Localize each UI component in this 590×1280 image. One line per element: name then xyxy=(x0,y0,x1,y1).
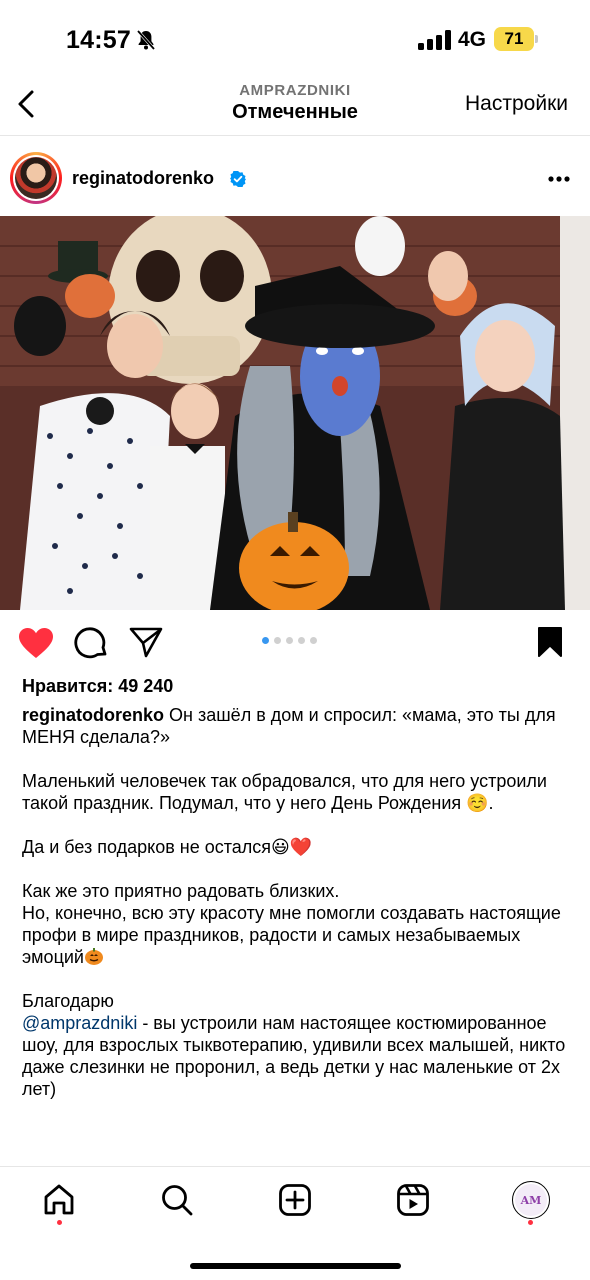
comment-icon[interactable] xyxy=(74,626,108,660)
status-bar: 14:57 4G 71 xyxy=(0,0,590,80)
home-notification-dot xyxy=(57,1220,62,1225)
bell-slash-icon xyxy=(136,30,156,50)
caption-paragraph: reginatodorenko Он зашёл в дом и спросил… xyxy=(22,704,572,748)
post-caption: reginatodorenko Он зашёл в дом и спросил… xyxy=(22,704,572,1122)
carousel-dot xyxy=(286,637,293,644)
tab-search[interactable] xyxy=(157,1180,197,1220)
caption-line: Как же это приятно радовать близких. xyxy=(22,881,340,901)
bookmark-filled-icon[interactable] xyxy=(537,626,563,658)
caption-paragraph: @amprazdniki - вы устроили нам настоящее… xyxy=(22,1012,572,1100)
caption-paragraph: Да и без подарков не остался😃❤️ xyxy=(22,837,313,857)
author-avatar[interactable] xyxy=(10,152,62,204)
more-options-icon[interactable] xyxy=(548,176,570,182)
battery-level: 71 xyxy=(494,27,534,51)
status-time: 14:57 xyxy=(66,26,131,54)
create-post-icon xyxy=(279,1184,311,1216)
caption-mention-link[interactable]: @amprazdniki xyxy=(22,1013,137,1033)
carousel-dot xyxy=(298,637,305,644)
home-indicator[interactable] xyxy=(190,1263,401,1269)
profile-notification-dot xyxy=(528,1220,533,1225)
caption-paragraph: Маленький человечек так обрадовался, что… xyxy=(22,771,547,813)
verified-badge-icon xyxy=(230,171,246,187)
tab-create[interactable] xyxy=(275,1180,315,1220)
reels-icon xyxy=(397,1184,429,1216)
avatar-border xyxy=(13,155,59,201)
post-action-bar xyxy=(0,610,590,674)
tab-reels[interactable] xyxy=(393,1180,433,1220)
post-photo xyxy=(0,216,590,610)
home-icon xyxy=(44,1184,74,1215)
battery-icon: 71 xyxy=(494,27,538,51)
share-icon[interactable] xyxy=(129,626,163,658)
post-username[interactable]: reginatodorenko xyxy=(72,168,214,189)
tab-profile[interactable]: AM xyxy=(512,1181,550,1219)
avatar-image xyxy=(15,157,57,199)
carousel-indicator xyxy=(262,637,317,644)
settings-button[interactable]: Настройки xyxy=(465,92,568,116)
carousel-dot xyxy=(274,637,281,644)
caption-line: Благодарю xyxy=(22,991,114,1011)
carousel-dot xyxy=(310,637,317,644)
likes-count[interactable]: Нравится: 49 240 xyxy=(22,676,173,697)
battery-cap xyxy=(535,35,538,43)
signal-bars-icon xyxy=(418,30,451,50)
carousel-dot-active xyxy=(262,637,269,644)
post-header: reginatodorenko xyxy=(0,136,590,216)
network-type: 4G xyxy=(458,28,487,51)
profile-avatar: AM xyxy=(515,1184,547,1216)
tab-home[interactable] xyxy=(39,1180,79,1220)
pumpkin-emoji-icon xyxy=(85,948,103,965)
nav-header: AMPRAZDNIKI Отмеченные Настройки xyxy=(0,80,590,136)
heart-filled-icon[interactable] xyxy=(18,627,54,659)
search-icon xyxy=(162,1185,193,1216)
caption-paragraph: Но, конечно, всю эту красоту мне помогли… xyxy=(22,902,572,968)
caption-username[interactable]: reginatodorenko xyxy=(22,705,164,725)
post-image[interactable] xyxy=(0,216,590,610)
